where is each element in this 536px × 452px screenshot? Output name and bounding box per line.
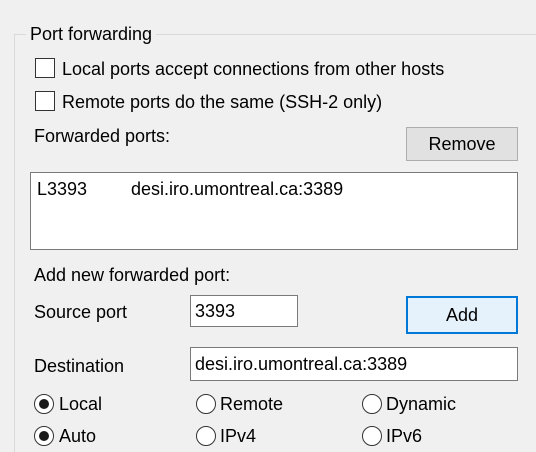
source-port-label: Source port <box>34 302 128 322</box>
source-port-input[interactable] <box>190 295 298 327</box>
dynamic-radio-label: Dynamic <box>386 394 457 414</box>
remote-radio-label: Remote <box>220 394 284 414</box>
add-button[interactable]: Add <box>406 296 518 334</box>
forwarded-ports-list[interactable]: L3393 desi.iro.umontreal.ca:3389 <box>30 172 518 250</box>
remote-ports-same-label: Remote ports do the same (SSH-2 only) <box>62 92 383 112</box>
remote-ports-same-checkbox[interactable] <box>35 91 55 111</box>
remove-button[interactable]: Remove <box>406 127 518 161</box>
port-forwarding-panel: Port forwarding Local ports accept conne… <box>0 0 536 452</box>
remote-radio[interactable] <box>196 394 216 414</box>
local-radio[interactable] <box>34 394 54 414</box>
local-ports-accept-label: Local ports accept connections from othe… <box>62 59 445 79</box>
destination-label: Destination <box>34 356 125 376</box>
add-new-forwarded-port-label: Add new forwarded port: <box>34 265 231 285</box>
ipv6-radio-label: IPv6 <box>386 426 423 446</box>
forwarded-ports-label: Forwarded ports: <box>34 126 171 146</box>
ipv4-radio[interactable] <box>196 426 216 446</box>
forwarded-port-source: L3393 <box>37 179 88 199</box>
auto-radio[interactable] <box>34 426 54 446</box>
dynamic-radio[interactable] <box>362 394 382 414</box>
local-ports-accept-checkbox[interactable] <box>35 58 55 78</box>
groupbox-title: Port forwarding <box>26 22 157 46</box>
ipv4-radio-label: IPv4 <box>220 426 257 446</box>
local-radio-label: Local <box>59 394 103 414</box>
forwarded-port-destination: desi.iro.umontreal.ca:3389 <box>131 179 344 199</box>
ipv6-radio[interactable] <box>362 426 382 446</box>
auto-radio-label: Auto <box>59 426 97 446</box>
destination-input[interactable] <box>190 347 518 381</box>
